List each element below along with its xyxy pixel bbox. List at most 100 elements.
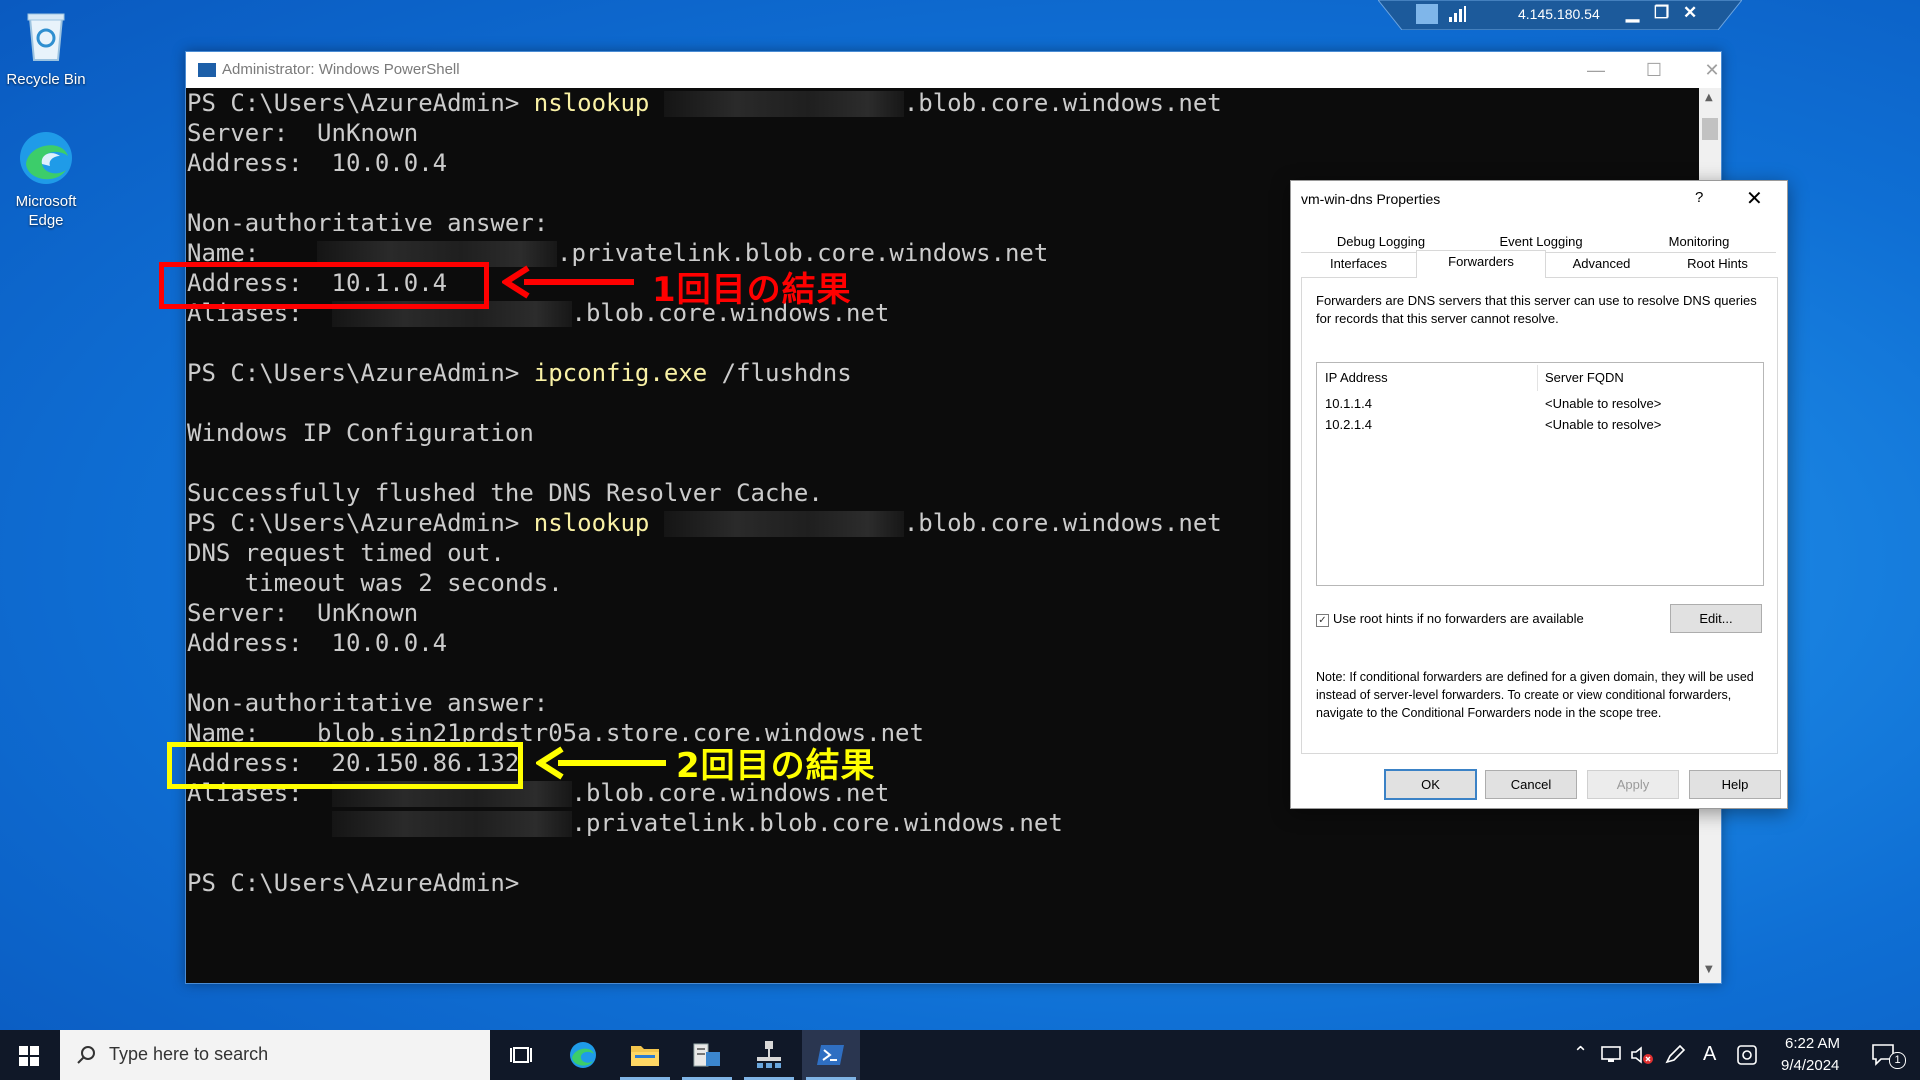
console-text: Non-authoritative answer: [187,689,549,717]
taskbar-powershell[interactable] [802,1030,860,1080]
minimize-icon[interactable]: ▁ [1626,3,1639,23]
forwarders-panel: Forwarders are DNS servers that this ser… [1301,277,1778,754]
network-tool-icon [757,1041,781,1068]
second-result-label: 2回目の結果 [676,746,876,786]
console-line: Non-authoritative answer: [187,208,548,238]
forwarder-fqdn[interactable]: <Unable to resolve> [1545,417,1661,432]
taskbar-file-explorer[interactable] [616,1030,674,1080]
forwarder-ip[interactable]: 10.1.1.4 [1325,396,1372,411]
console-line: Non-authoritative answer: [187,688,548,718]
tab-monitoring[interactable]: Monitoring [1621,231,1777,252]
notification-count-badge: 1 [1889,1052,1906,1069]
scroll-up-icon[interactable]: ▲ [1705,92,1713,103]
column-header-fqdn[interactable]: Server FQDN [1545,370,1624,385]
ime-indicator[interactable]: A [1703,1043,1716,1066]
first-result-label: 1回目の結果 [652,270,852,310]
forwarders-description: Forwarders are DNS servers that this ser… [1316,293,1757,326]
console-line: PS C:\Users\AzureAdmin> nslookup .blob.c… [187,508,1222,538]
console-text: /flushdns [707,359,852,387]
console-command: nslookup [533,89,650,117]
close-icon[interactable]: ✕ [1683,3,1697,23]
tab-interfaces[interactable]: Interfaces [1301,253,1416,274]
taskbar-search-box[interactable]: Type here to search [60,1030,490,1080]
close-button[interactable]: ✕ [1689,56,1735,84]
minimize-button[interactable]: — [1573,56,1619,84]
restore-icon[interactable]: ❐ [1654,3,1669,23]
redacted-text [663,511,904,537]
tab-debug-logging[interactable]: Debug Logging [1301,231,1461,252]
powershell-icon [817,1045,844,1065]
console-text: Non-authoritative answer: [187,209,549,237]
console-text: timeout was 2 seconds. [187,569,563,597]
console-text: .blob.core.windows.net [903,509,1222,537]
console-command: nslookup [533,509,650,537]
ime-mode-icon[interactable] [1736,1044,1758,1066]
help-icon[interactable]: ? [1695,189,1703,206]
console-line: PS C:\Users\AzureAdmin> [187,868,519,898]
conditional-forwarders-note: Note: If conditional forwarders are defi… [1316,670,1754,720]
folder-icon [631,1046,659,1066]
console-line: timeout was 2 seconds. [187,568,563,598]
taskbar-network-tool[interactable] [740,1030,798,1080]
console-text: Address: 10.0.0.4 [187,629,448,657]
task-view-button[interactable] [491,1030,549,1080]
tab-forwarders[interactable]: Forwarders [1416,250,1546,278]
yellow-arrow-icon [536,746,666,780]
console-text: PS C:\Users\AzureAdmin> [187,869,520,897]
forwarder-ip[interactable]: 10.2.1.4 [1325,417,1372,432]
scrollbar-thumb[interactable] [1702,118,1718,140]
console-text: PS C:\Users\AzureAdmin> [187,89,534,117]
edit-button[interactable]: Edit... [1670,604,1762,633]
taskbar-server-manager[interactable] [678,1030,736,1080]
volume-muted-icon[interactable] [1630,1045,1654,1065]
use-root-hints-label: Use root hints if no forwarders are avai… [1333,611,1584,626]
console-line: Address: 10.0.0.4 [187,628,447,658]
console-text: Windows IP Configuration [187,419,534,447]
tab-event-logging[interactable]: Event Logging [1461,231,1621,252]
clock-date[interactable]: 9/4/2024 [1781,1057,1839,1074]
taskbar: Type here to search ⌃ A 6:22 AM 9/4/2024… [0,1030,1920,1080]
cancel-button[interactable]: Cancel [1485,770,1577,799]
redacted-text [331,811,572,837]
console-line: Windows IP Configuration [187,418,534,448]
show-hidden-icons[interactable]: ⌃ [1573,1043,1588,1064]
redacted-text [663,91,904,117]
scroll-down-icon[interactable]: ▼ [1705,964,1713,975]
start-button[interactable] [0,1030,58,1080]
search-icon [77,1046,95,1064]
console-line: .privatelink.blob.core.windows.net [187,808,1063,838]
server-manager-icon [693,1043,720,1067]
edge-icon [570,1042,596,1068]
pin-icon[interactable] [1416,4,1438,24]
desktop-icon-microsoft-edge[interactable]: Microsoft Edge [1,130,91,230]
apply-button[interactable]: Apply [1587,770,1679,799]
use-root-hints-checkbox[interactable]: ✓ [1316,614,1329,627]
ok-button[interactable]: OK [1384,769,1477,800]
powershell-title-bar[interactable]: Administrator: Windows PowerShell — ☐ ✕ [186,52,1721,88]
console-text: PS C:\Users\AzureAdmin> [187,509,534,537]
forwarder-fqdn[interactable]: <Unable to resolve> [1545,396,1661,411]
search-placeholder: Type here to search [109,1044,269,1064]
dialog-title: vm-win-dns Properties [1301,191,1441,207]
console-text: Address: 10.0.0.4 [187,149,448,177]
console-line: PS C:\Users\AzureAdmin> ipconfig.exe /fl… [187,358,852,388]
taskbar-edge[interactable] [554,1030,612,1080]
console-text: Server: UnKnown [187,119,419,147]
clock-time[interactable]: 6:22 AM [1785,1035,1840,1052]
tab-root-hints[interactable]: Root Hints [1659,253,1776,274]
notification-center-button[interactable]: 1 [1863,1030,1920,1080]
maximize-button[interactable]: ☐ [1631,56,1677,84]
pen-icon[interactable] [1664,1045,1686,1065]
forwarders-list[interactable]: IP Address Server FQDN 10.1.1.4 <Unable … [1316,362,1764,586]
help-button[interactable]: Help [1689,770,1781,799]
console-line: PS C:\Users\AzureAdmin> nslookup .blob.c… [187,88,1222,118]
close-icon[interactable]: ✕ [1746,186,1763,211]
console-line: Address: 10.0.0.4 [187,148,447,178]
console-text: Server: UnKnown [187,599,419,627]
column-header-ip[interactable]: IP Address [1325,370,1388,385]
window-title: Administrator: Windows PowerShell [222,61,460,78]
tab-advanced[interactable]: Advanced [1544,253,1659,274]
network-icon[interactable] [1600,1045,1622,1065]
desktop-icon-recycle-bin[interactable]: Recycle Bin [1,8,91,89]
